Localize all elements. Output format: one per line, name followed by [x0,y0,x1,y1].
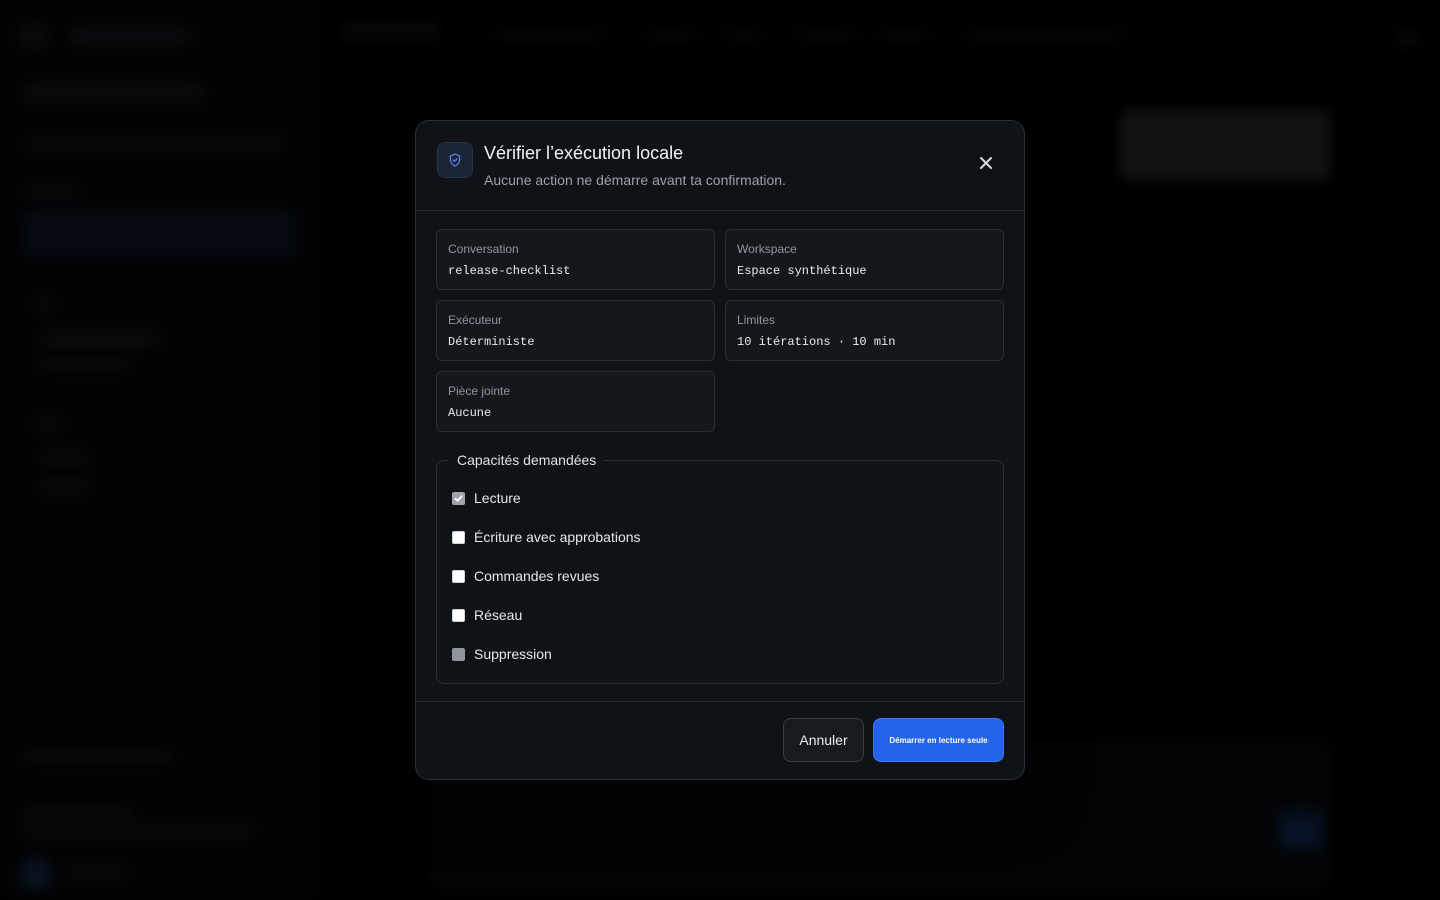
capability-write[interactable]: Écriture avec approbations [452,527,641,547]
dialog-subtitle: Aucune action ne démarre avant ta confir… [484,172,786,188]
info-label: Limites [737,313,776,327]
capability-label[interactable]: Réseau [474,607,522,623]
checkmark-icon [454,494,463,502]
capability-checkbox[interactable] [452,608,465,622]
capability-checkbox[interactable] [452,569,465,583]
dialog-body: Conversation release-checklist Workspace… [416,211,1024,684]
capability-delete: Suppression [452,644,552,664]
info-value: release-checklist [448,264,571,278]
info-value: Espace synthétique [737,264,867,278]
capability-read: Lecture [452,488,521,508]
info-value: 10 itérations · 10 min [737,335,896,349]
info-card-conversation: Conversation release-checklist [436,229,715,290]
capability-label[interactable]: Écriture avec approbations [474,529,641,545]
dialog-footer: Annuler Démarrer en lecture seule [416,701,1024,779]
info-card-executor: Exécuteur Déterministe [436,300,715,361]
dialog-title: Vérifier l’exécution locale [484,143,684,163]
capabilities-fieldset: Capacités demandées Lecture Écriture ave… [436,451,1004,684]
info-label: Conversation [448,242,519,256]
capability-checkbox[interactable] [452,530,465,544]
info-value: Déterministe [448,335,535,349]
close-icon [980,157,992,169]
capability-commands[interactable]: Commandes revues [452,566,599,586]
info-card-attachment: Pièce jointe Aucune [436,371,715,432]
capability-checkbox [452,491,465,505]
dialog-header: Vérifier l’exécution locale Aucune actio… [416,121,1024,211]
capability-label: Lecture [474,490,521,506]
cancel-button[interactable]: Annuler [783,718,864,762]
capability-label[interactable]: Commandes revues [474,568,599,584]
info-label: Exécuteur [448,313,503,327]
confirmation-dialog: Vérifier l’exécution locale Aucune actio… [415,120,1025,780]
start-read-only-button[interactable]: Démarrer en lecture seule [873,718,1004,762]
shield-check-icon [437,142,473,178]
capability-checkbox [452,647,465,661]
info-label: Workspace [737,242,797,256]
run-details: Conversation release-checklist Workspace… [436,229,1004,432]
info-value: Aucune [448,406,492,420]
close-button[interactable] [974,151,998,175]
capability-network[interactable]: Réseau [452,605,522,625]
capabilities-legend: Capacités demandées [449,451,605,469]
info-label: Pièce jointe [448,384,511,398]
info-card-limits: Limites 10 itérations · 10 min [725,300,1004,361]
capability-label: Suppression [474,646,552,662]
info-card-workspace: Workspace Espace synthétique [725,229,1004,290]
